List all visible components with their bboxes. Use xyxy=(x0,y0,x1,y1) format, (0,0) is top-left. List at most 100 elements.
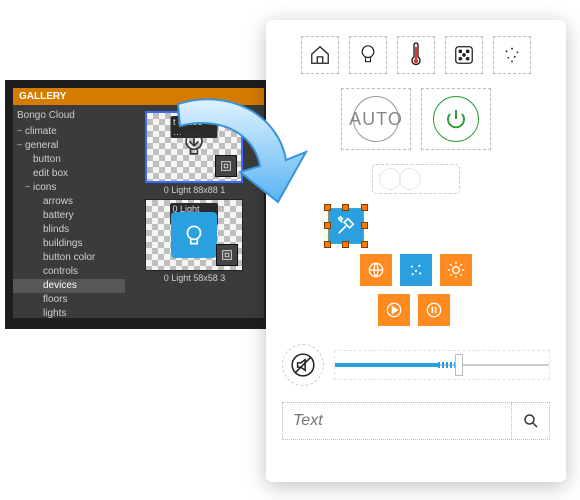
gallery-source: Bongo Cloud xyxy=(13,107,125,125)
nav-scenes-button[interactable] xyxy=(445,36,483,74)
pause-tile[interactable] xyxy=(418,294,450,326)
tools-icon xyxy=(335,215,357,237)
auto-mode-button[interactable]: AUTO xyxy=(341,88,411,150)
auto-label: AUTO xyxy=(349,109,403,130)
tree-item-lights[interactable]: lights xyxy=(13,307,125,318)
mode-row: AUTO xyxy=(282,88,550,150)
nav-effects-button[interactable] xyxy=(493,36,531,74)
tree-item-label: icons xyxy=(32,181,56,195)
tree-twist-icon: − xyxy=(15,139,24,153)
tree-item-label: edit box xyxy=(32,167,68,181)
resize-handle[interactable] xyxy=(361,241,368,248)
power-icon xyxy=(444,107,468,131)
tree-item-label: floors xyxy=(42,293,67,307)
tree-item-climate[interactable]: −climate xyxy=(13,125,125,139)
search-button[interactable] xyxy=(511,403,549,439)
tile-row-2 xyxy=(282,294,550,326)
search-icon xyxy=(522,412,540,430)
tree-item-arrows[interactable]: arrows xyxy=(13,195,125,209)
tree-item-button-color[interactable]: button color xyxy=(13,251,125,265)
power-button[interactable] xyxy=(421,88,491,150)
gallery-body: Bongo Cloud −climate−generalbuttonedit b… xyxy=(13,105,264,318)
toggle-switch[interactable] xyxy=(372,164,460,194)
slider-fill xyxy=(335,363,438,367)
tree-item-buildings[interactable]: buildings xyxy=(13,237,125,251)
lightbulb-icon xyxy=(180,130,208,164)
resize-handle[interactable] xyxy=(361,222,368,229)
play-icon xyxy=(384,300,404,320)
thumb-bluetile xyxy=(171,212,217,258)
gallery-title: GALLERY xyxy=(13,88,264,105)
lightbulb-icon xyxy=(358,43,378,67)
tree-item-label: blinds xyxy=(42,223,69,237)
resize-handle[interactable] xyxy=(324,204,331,211)
chip-icon xyxy=(215,155,237,177)
nav-row xyxy=(282,36,550,74)
chip-icon xyxy=(216,244,238,266)
home-icon xyxy=(309,44,331,66)
toggle-row xyxy=(282,164,550,194)
gallery-tree: Bongo Cloud −climate−generalbuttonedit b… xyxy=(13,105,125,318)
text-input-row xyxy=(282,402,550,440)
sparkle-icon xyxy=(406,260,426,280)
slider-handle[interactable] xyxy=(455,354,463,376)
tree-twist-icon: − xyxy=(23,181,32,195)
nav-light-button[interactable] xyxy=(349,36,387,74)
gallery-thumb[interactable]: 0 Light 5… 0 Light 58x58 3 xyxy=(145,199,245,283)
tree-item-label: lights xyxy=(42,307,66,318)
gallery-thumbs: t 88x88 … 0 Light 88x88 1 0 Light 5… xyxy=(125,105,264,318)
toggle-knob xyxy=(379,168,401,190)
slider-row xyxy=(282,344,550,386)
tree-item-label: battery xyxy=(42,209,74,223)
tree-item-floors[interactable]: floors xyxy=(13,293,125,307)
thumb-image[interactable]: 0 Light 5… xyxy=(145,199,243,271)
tree-item-label: button xyxy=(32,153,61,167)
resize-handle[interactable] xyxy=(342,241,349,248)
gallery-thumb[interactable]: t 88x88 … 0 Light 88x88 1 xyxy=(145,111,245,195)
volume-slider[interactable] xyxy=(334,350,550,380)
sun-tile[interactable] xyxy=(440,254,472,286)
tree-item-label: arrows xyxy=(42,195,73,209)
tile-row-1 xyxy=(282,254,550,286)
tree-item-label: general xyxy=(24,139,58,153)
play-tile[interactable] xyxy=(378,294,410,326)
tree-item-button[interactable]: button xyxy=(13,153,125,167)
tree-item-icons[interactable]: −icons xyxy=(13,181,125,195)
globe-icon xyxy=(366,260,386,280)
tree-item-controls[interactable]: controls xyxy=(13,265,125,279)
tree-item-label: devices xyxy=(42,279,77,293)
nav-home-button[interactable] xyxy=(301,36,339,74)
tree-item-label: controls xyxy=(42,265,78,279)
toggle-knob xyxy=(399,168,421,190)
tree-item-battery[interactable]: battery xyxy=(13,209,125,223)
pause-icon xyxy=(424,300,444,320)
sparkle-tile[interactable] xyxy=(400,254,432,286)
resize-handle[interactable] xyxy=(361,204,368,211)
resize-handle[interactable] xyxy=(324,222,331,229)
sparkles-icon xyxy=(501,44,523,66)
thumb-image-selected[interactable]: t 88x88 … xyxy=(145,111,243,183)
thumb-caption: 0 Light 58x58 3 xyxy=(145,271,245,283)
dice-icon xyxy=(453,44,475,66)
tree-item-general[interactable]: −general xyxy=(13,139,125,153)
resize-handle[interactable] xyxy=(342,204,349,211)
mute-button[interactable] xyxy=(282,344,324,386)
sun-icon xyxy=(446,260,466,280)
nav-climate-button[interactable] xyxy=(397,36,435,74)
selected-widget[interactable] xyxy=(328,208,364,244)
gallery-panel: GALLERY Bongo Cloud −climate−generalbutt… xyxy=(5,80,272,329)
tree-item-blinds[interactable]: blinds xyxy=(13,223,125,237)
tree-item-devices[interactable]: devices xyxy=(13,279,125,293)
tree-item-label: button color xyxy=(42,251,95,265)
resize-handle[interactable] xyxy=(324,241,331,248)
tree-item-edit-box[interactable]: edit box xyxy=(13,167,125,181)
text-input[interactable] xyxy=(283,403,511,439)
selected-widget-wrap xyxy=(282,208,550,244)
tree-item-label: climate xyxy=(24,125,57,139)
design-canvas: AUTO xyxy=(266,20,566,482)
thumb-caption: 0 Light 88x88 1 xyxy=(145,183,245,195)
globe-tile[interactable] xyxy=(360,254,392,286)
thermometer-icon xyxy=(407,42,425,68)
tree-item-label: buildings xyxy=(42,237,82,251)
speaker-off-icon xyxy=(290,352,316,378)
